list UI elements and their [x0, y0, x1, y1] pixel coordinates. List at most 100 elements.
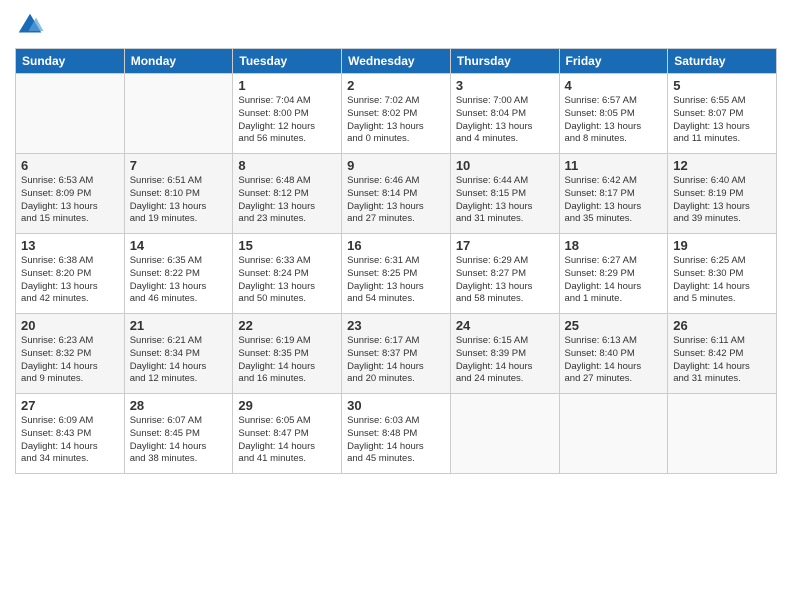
day-info: Sunrise: 6:48 AM Sunset: 8:12 PM Dayligh…: [238, 175, 336, 226]
calendar-header-thursday: Thursday: [450, 49, 559, 74]
calendar-cell: 12Sunrise: 6:40 AM Sunset: 8:19 PM Dayli…: [668, 154, 777, 234]
calendar-cell: 25Sunrise: 6:13 AM Sunset: 8:40 PM Dayli…: [559, 314, 668, 394]
day-number: 14: [130, 238, 228, 253]
calendar-cell: 9 Sunrise: 6:46 AM Sunset: 8:14 PM Daylig…: [342, 154, 451, 234]
day-number: 24: [456, 318, 554, 333]
day-info: Sunrise: 7:04 AM Sunset: 8:00 PM Dayligh…: [238, 95, 336, 146]
calendar-cell: 22 Sunrise: 6:19 AM Sunset: 8:35 PM Dayli…: [233, 314, 342, 394]
day-number: 7: [130, 158, 228, 173]
day-info: Sunrise: 6:35 AM Sunset: 8:22 PM Dayligh…: [130, 255, 228, 306]
calendar-cell: 17 Sunrise: 6:29 AM Sunset: 8:27 PM Dayli…: [450, 234, 559, 314]
calendar-header-sunday: Sunday: [16, 49, 125, 74]
day-number: 19: [673, 238, 771, 253]
day-number: 13: [21, 238, 119, 253]
day-info: Sunrise: 6:33 AM Sunset: 8:24 PM Dayligh…: [238, 255, 336, 306]
day-number: 1: [238, 78, 336, 93]
calendar-header-row: SundayMondayTuesdayWednesdayThursdayFrid…: [16, 49, 777, 74]
calendar-cell: 23 Sunrise: 6:17 AM Sunset: 8:37 PM Dayli…: [342, 314, 451, 394]
day-info: Sunrise: 6:11 AM Sunset: 8:42 PM Dayligh…: [673, 335, 771, 386]
day-info: Sunrise: 6:29 AM Sunset: 8:27 PM Dayligh…: [456, 255, 554, 306]
day-number: 26: [673, 318, 771, 333]
logo-icon: [15, 10, 45, 40]
day-info: Sunrise: 6:46 AM Sunset: 8:14 PM Dayligh…: [347, 175, 445, 226]
day-number: 15: [238, 238, 336, 253]
logo: [15, 10, 49, 40]
calendar-cell: 4 Sunrise: 6:57 AM Sunset: 8:05 PM Daylig…: [559, 74, 668, 154]
day-number: 11: [565, 158, 663, 173]
calendar-header-monday: Monday: [124, 49, 233, 74]
calendar-cell: 8 Sunrise: 6:48 AM Sunset: 8:12 PM Daylig…: [233, 154, 342, 234]
day-info: Sunrise: 7:00 AM Sunset: 8:04 PM Dayligh…: [456, 95, 554, 146]
day-info: Sunrise: 6:38 AM Sunset: 8:20 PM Dayligh…: [21, 255, 119, 306]
calendar-cell: 3 Sunrise: 7:00 AM Sunset: 8:04 PM Daylig…: [450, 74, 559, 154]
day-info: Sunrise: 6:03 AM Sunset: 8:48 PM Dayligh…: [347, 415, 445, 466]
day-number: 2: [347, 78, 445, 93]
calendar-table: SundayMondayTuesdayWednesdayThursdayFrid…: [15, 48, 777, 474]
day-number: 6: [21, 158, 119, 173]
calendar-week-row: 27 Sunrise: 6:09 AM Sunset: 8:43 PM Dayli…: [16, 394, 777, 474]
calendar-week-row: 1 Sunrise: 7:04 AM Sunset: 8:00 PM Daylig…: [16, 74, 777, 154]
day-number: 10: [456, 158, 554, 173]
day-number: 30: [347, 398, 445, 413]
day-info: Sunrise: 6:51 AM Sunset: 8:10 PM Dayligh…: [130, 175, 228, 226]
day-info: Sunrise: 6:23 AM Sunset: 8:32 PM Dayligh…: [21, 335, 119, 386]
calendar-cell: [16, 74, 125, 154]
calendar-header-wednesday: Wednesday: [342, 49, 451, 74]
calendar-header-friday: Friday: [559, 49, 668, 74]
day-info: Sunrise: 6:09 AM Sunset: 8:43 PM Dayligh…: [21, 415, 119, 466]
calendar-cell: 15 Sunrise: 6:33 AM Sunset: 8:24 PM Dayli…: [233, 234, 342, 314]
calendar-cell: 21 Sunrise: 6:21 AM Sunset: 8:34 PM Dayli…: [124, 314, 233, 394]
calendar-header-tuesday: Tuesday: [233, 49, 342, 74]
day-info: Sunrise: 6:42 AM Sunset: 8:17 PM Dayligh…: [565, 175, 663, 226]
day-number: 17: [456, 238, 554, 253]
calendar-cell: 10 Sunrise: 6:44 AM Sunset: 8:15 PM Dayli…: [450, 154, 559, 234]
calendar-cell: 19 Sunrise: 6:25 AM Sunset: 8:30 PM Dayli…: [668, 234, 777, 314]
day-info: Sunrise: 6:53 AM Sunset: 8:09 PM Dayligh…: [21, 175, 119, 226]
calendar-header-saturday: Saturday: [668, 49, 777, 74]
calendar-cell: [450, 394, 559, 474]
day-number: 25: [565, 318, 663, 333]
day-number: 29: [238, 398, 336, 413]
day-number: 27: [21, 398, 119, 413]
calendar-cell: 13 Sunrise: 6:38 AM Sunset: 8:20 PM Dayli…: [16, 234, 125, 314]
calendar-week-row: 13 Sunrise: 6:38 AM Sunset: 8:20 PM Dayli…: [16, 234, 777, 314]
day-info: Sunrise: 6:21 AM Sunset: 8:34 PM Dayligh…: [130, 335, 228, 386]
day-info: Sunrise: 6:19 AM Sunset: 8:35 PM Dayligh…: [238, 335, 336, 386]
calendar-week-row: 6 Sunrise: 6:53 AM Sunset: 8:09 PM Daylig…: [16, 154, 777, 234]
calendar-cell: 16Sunrise: 6:31 AM Sunset: 8:25 PM Dayli…: [342, 234, 451, 314]
day-info: Sunrise: 6:55 AM Sunset: 8:07 PM Dayligh…: [673, 95, 771, 146]
calendar-cell: 26 Sunrise: 6:11 AM Sunset: 8:42 PM Dayli…: [668, 314, 777, 394]
calendar-cell: 2Sunrise: 7:02 AM Sunset: 8:02 PM Daylig…: [342, 74, 451, 154]
day-number: 18: [565, 238, 663, 253]
calendar-week-row: 20 Sunrise: 6:23 AM Sunset: 8:32 PM Dayli…: [16, 314, 777, 394]
calendar-cell: 30 Sunrise: 6:03 AM Sunset: 8:48 PM Dayli…: [342, 394, 451, 474]
day-info: Sunrise: 6:44 AM Sunset: 8:15 PM Dayligh…: [456, 175, 554, 226]
calendar-cell: 18Sunrise: 6:27 AM Sunset: 8:29 PM Dayli…: [559, 234, 668, 314]
day-info: Sunrise: 6:05 AM Sunset: 8:47 PM Dayligh…: [238, 415, 336, 466]
calendar-cell: 20 Sunrise: 6:23 AM Sunset: 8:32 PM Dayli…: [16, 314, 125, 394]
day-number: 20: [21, 318, 119, 333]
calendar-cell: 28Sunrise: 6:07 AM Sunset: 8:45 PM Dayli…: [124, 394, 233, 474]
calendar-cell: 27 Sunrise: 6:09 AM Sunset: 8:43 PM Dayli…: [16, 394, 125, 474]
day-number: 12: [673, 158, 771, 173]
day-number: 16: [347, 238, 445, 253]
day-number: 9: [347, 158, 445, 173]
day-number: 4: [565, 78, 663, 93]
day-number: 22: [238, 318, 336, 333]
calendar-cell: 24Sunrise: 6:15 AM Sunset: 8:39 PM Dayli…: [450, 314, 559, 394]
calendar-cell: 11 Sunrise: 6:42 AM Sunset: 8:17 PM Dayli…: [559, 154, 668, 234]
day-number: 23: [347, 318, 445, 333]
day-number: 3: [456, 78, 554, 93]
day-info: Sunrise: 6:57 AM Sunset: 8:05 PM Dayligh…: [565, 95, 663, 146]
calendar-cell: [559, 394, 668, 474]
day-info: Sunrise: 6:17 AM Sunset: 8:37 PM Dayligh…: [347, 335, 445, 386]
day-number: 21: [130, 318, 228, 333]
calendar-cell: 5 Sunrise: 6:55 AM Sunset: 8:07 PM Daylig…: [668, 74, 777, 154]
day-info: Sunrise: 6:25 AM Sunset: 8:30 PM Dayligh…: [673, 255, 771, 306]
calendar-cell: 29 Sunrise: 6:05 AM Sunset: 8:47 PM Dayli…: [233, 394, 342, 474]
calendar-cell: 7 Sunrise: 6:51 AM Sunset: 8:10 PM Daylig…: [124, 154, 233, 234]
calendar-cell: 14 Sunrise: 6:35 AM Sunset: 8:22 PM Dayli…: [124, 234, 233, 314]
day-number: 8: [238, 158, 336, 173]
day-number: 5: [673, 78, 771, 93]
calendar-cell: [124, 74, 233, 154]
